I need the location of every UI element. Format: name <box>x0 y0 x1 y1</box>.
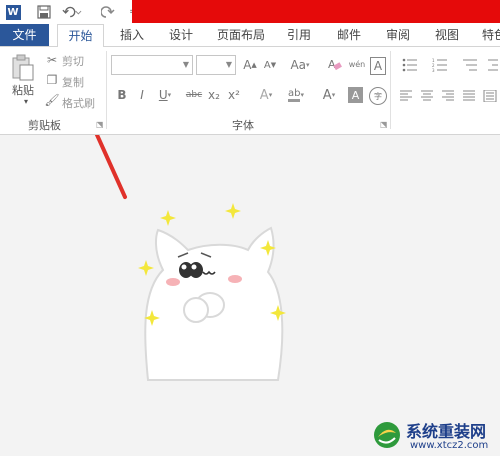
justify-icon[interactable] <box>461 89 477 103</box>
grow-font-button[interactable]: A ▲ <box>242 57 258 73</box>
title-redacted-bar <box>132 0 500 23</box>
site-watermark: 系统重装网 www.xtcz2.com <box>370 410 500 456</box>
clipboard-launcher-icon[interactable]: ⬔ <box>96 120 104 129</box>
char-shading-button[interactable]: A <box>348 87 363 103</box>
svg-text:A: A <box>328 58 336 71</box>
font-name-combo[interactable]: ▼ <box>111 55 193 75</box>
tab-insert[interactable]: 插入 <box>117 24 147 46</box>
copy-icon[interactable]: ❐ <box>44 73 60 87</box>
ribbon-tabs: 文件 开始 插入 设计 页面布局 引用 邮件 审阅 视图 特色 <box>0 24 500 48</box>
align-right-icon[interactable] <box>440 89 456 103</box>
ribbon-panel: 粘贴 ▾ ✂ 剪切 ❐ 复制 🖌 格式刷 剪贴板 ⬔ ▼ ▼ A ▲ A ▼ Aa ▾… <box>0 47 500 135</box>
save-icon[interactable] <box>34 2 54 22</box>
bullets-icon[interactable] <box>398 57 422 73</box>
cat-sticker-image <box>138 203 286 381</box>
tab-references[interactable]: 引用 <box>285 24 313 46</box>
align-left-icon[interactable] <box>398 89 414 103</box>
clear-format-icon[interactable]: A <box>327 55 343 73</box>
title-bar: W = <box>0 0 500 24</box>
svg-text:3: 3 <box>432 68 435 72</box>
cut-button[interactable]: 剪切 <box>62 53 84 69</box>
redo-icon[interactable] <box>98 2 118 22</box>
red-arrow-annotation <box>94 135 127 199</box>
annotation-layer <box>94 135 286 381</box>
highlight-button[interactable]: ab ▾ <box>284 87 308 103</box>
site-name: 系统重装网 <box>406 422 487 441</box>
change-case-button[interactable]: Aa ▾ <box>287 57 313 73</box>
format-painter-icon[interactable]: 🖌 <box>44 93 60 107</box>
tab-special[interactable]: 特色 <box>482 24 500 46</box>
chevron-down-icon: ▼ <box>182 60 189 69</box>
bold-button[interactable]: B <box>116 88 128 102</box>
paste-dropdown-icon[interactable]: ▾ <box>24 97 28 106</box>
char-border-button[interactable]: A <box>370 57 386 75</box>
format-painter-button[interactable]: 格式刷 <box>62 95 95 111</box>
enclose-char-button[interactable]: 字 <box>369 87 387 105</box>
font-group-label: 字体 <box>232 119 254 132</box>
tab-design[interactable]: 设计 <box>166 24 196 46</box>
strikethrough-button[interactable]: abc <box>185 88 203 102</box>
numbering-icon[interactable]: 123 <box>428 57 452 73</box>
align-center-icon[interactable] <box>419 89 435 103</box>
copy-button[interactable]: 复制 <box>62 74 84 90</box>
text-effects-button[interactable]: A ▾ <box>254 87 278 103</box>
tab-mailings[interactable]: 邮件 <box>335 24 363 46</box>
font-launcher-icon[interactable]: ⬔ <box>380 120 388 129</box>
tab-view[interactable]: 视图 <box>433 24 461 46</box>
paste-icon[interactable] <box>8 53 38 83</box>
word-logo-letter: W <box>5 4 21 20</box>
document-area[interactable] <box>0 135 500 456</box>
underline-button[interactable]: U ▾ <box>155 88 175 102</box>
tab-review[interactable]: 审阅 <box>384 24 412 46</box>
subscript-button[interactable]: x₂ <box>207 88 221 102</box>
tab-file[interactable]: 文件 <box>0 24 49 46</box>
group-divider <box>106 51 107 129</box>
cut-icon[interactable]: ✂ <box>44 53 60 67</box>
clipboard-group-label: 剪贴板 <box>28 119 61 132</box>
font-size-combo[interactable]: ▼ <box>196 55 236 75</box>
italic-button[interactable]: I <box>136 88 148 102</box>
paste-button[interactable]: 粘贴 <box>12 82 34 98</box>
superscript-button[interactable]: x² <box>227 88 241 102</box>
undo-icon[interactable] <box>62 2 82 22</box>
group-divider <box>390 51 391 129</box>
word-app-icon[interactable]: W <box>3 2 23 22</box>
tab-page-layout[interactable]: 页面布局 <box>215 24 267 46</box>
site-url: www.xtcz2.com <box>410 440 489 451</box>
multilevel-list-icon[interactable] <box>458 57 482 73</box>
decrease-indent-icon[interactable] <box>486 57 500 73</box>
shrink-font-button[interactable]: A ▼ <box>262 57 278 73</box>
distributed-icon[interactable] <box>482 89 498 103</box>
site-logo-icon <box>374 422 400 448</box>
font-color-button[interactable]: A ▾ <box>317 87 341 103</box>
phonetic-guide-button[interactable]: wén <box>347 53 367 75</box>
tab-home[interactable]: 开始 <box>57 24 104 48</box>
chevron-down-icon: ▼ <box>225 60 232 69</box>
